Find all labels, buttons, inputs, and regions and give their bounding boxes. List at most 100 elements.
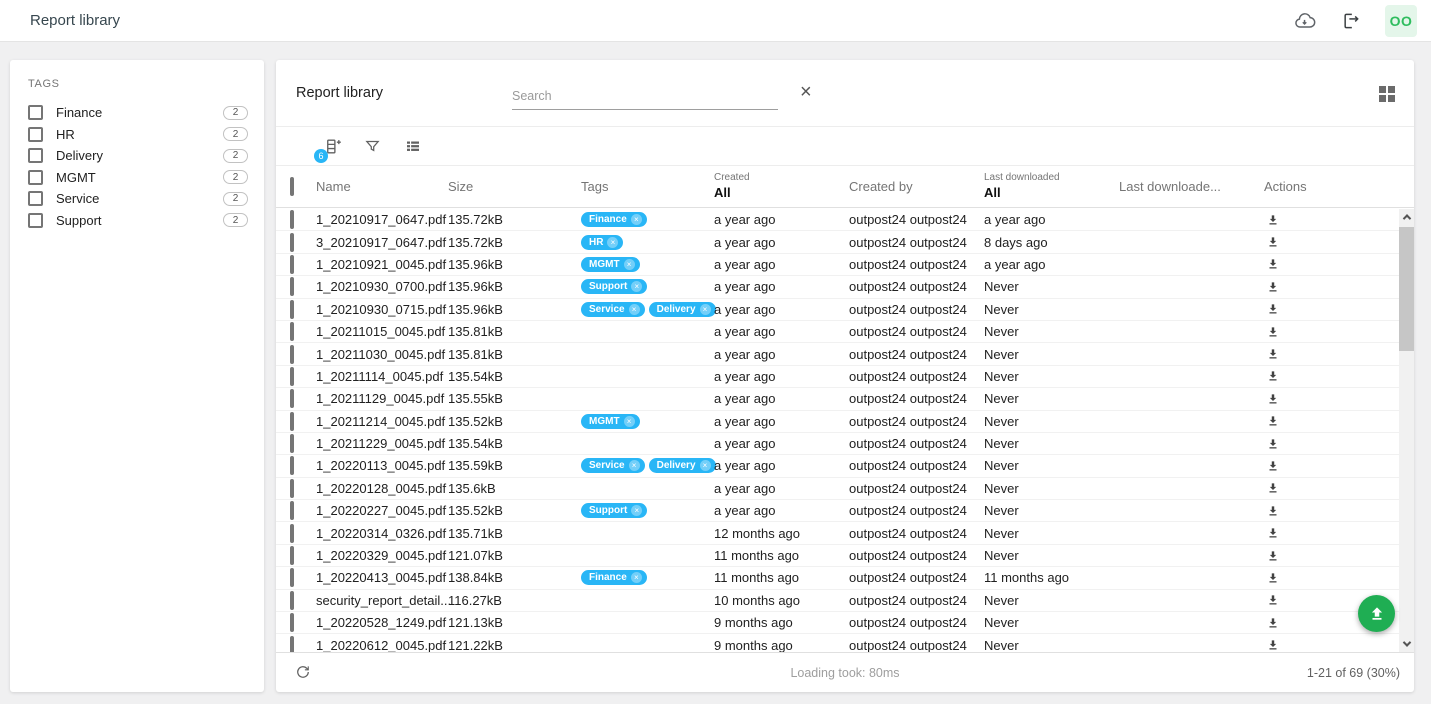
remove-tag-icon[interactable]: × xyxy=(631,281,642,292)
download-icon[interactable] xyxy=(1264,547,1282,565)
remove-tag-icon[interactable]: × xyxy=(629,304,640,315)
view-list-icon[interactable] xyxy=(403,137,422,156)
file-size: 135.54kB xyxy=(448,369,581,384)
row-checkbox[interactable] xyxy=(290,479,294,498)
tag-checkbox[interactable] xyxy=(28,105,43,120)
download-icon[interactable] xyxy=(1264,233,1282,251)
scroll-up-icon[interactable] xyxy=(1399,209,1414,225)
remove-tag-icon[interactable]: × xyxy=(631,572,642,583)
download-icon[interactable] xyxy=(1264,457,1282,475)
tag-label: HR xyxy=(56,127,223,142)
column-header-name[interactable]: Name xyxy=(316,179,448,194)
grid-view-icon[interactable] xyxy=(1379,86,1396,103)
filter-icon[interactable] xyxy=(363,137,382,156)
download-icon[interactable] xyxy=(1264,636,1282,652)
row-checkbox[interactable] xyxy=(290,613,294,632)
tag-filter-item[interactable]: Service 2 xyxy=(28,188,248,210)
avatar[interactable]: OO xyxy=(1385,5,1417,37)
tag-filter-item[interactable]: Support 2 xyxy=(28,210,248,232)
row-checkbox[interactable] xyxy=(290,546,294,565)
tag-filter-item[interactable]: MGMT 2 xyxy=(28,167,248,189)
download-icon[interactable] xyxy=(1264,345,1282,363)
remove-tag-icon[interactable]: × xyxy=(700,304,711,315)
tag-chip: MGMT× xyxy=(581,257,640,272)
row-checkbox[interactable] xyxy=(290,412,294,431)
created-filter[interactable]: All xyxy=(714,185,849,201)
tag-checkbox[interactable] xyxy=(28,191,43,206)
row-checkbox[interactable] xyxy=(290,210,294,229)
download-icon[interactable] xyxy=(1264,569,1282,587)
file-name: 1_20211030_0045.pdf xyxy=(316,347,448,362)
row-checkbox[interactable] xyxy=(290,233,294,252)
file-tags: Finance× xyxy=(581,570,714,585)
upload-button[interactable] xyxy=(1358,595,1395,632)
remove-tag-icon[interactable]: × xyxy=(607,237,618,248)
tag-chip: Support× xyxy=(581,279,647,294)
download-icon[interactable] xyxy=(1264,591,1282,609)
row-checkbox[interactable] xyxy=(290,277,294,296)
search-input[interactable] xyxy=(512,86,778,110)
remove-tag-icon[interactable]: × xyxy=(624,259,635,270)
download-icon[interactable] xyxy=(1264,255,1282,273)
row-checkbox[interactable] xyxy=(290,636,294,652)
download-icon[interactable] xyxy=(1264,300,1282,318)
row-checkbox[interactable] xyxy=(290,568,294,587)
cloud-download-icon[interactable] xyxy=(1293,9,1317,33)
remove-tag-icon[interactable]: × xyxy=(700,460,711,471)
column-header-last-downloaded-by[interactable]: Last downloade... xyxy=(1119,179,1256,194)
row-checkbox[interactable] xyxy=(290,591,294,610)
tag-checkbox[interactable] xyxy=(28,127,43,142)
tag-checkbox[interactable] xyxy=(28,148,43,163)
logout-icon[interactable] xyxy=(1339,9,1363,33)
remove-tag-icon[interactable]: × xyxy=(631,505,642,516)
download-icon[interactable] xyxy=(1264,524,1282,542)
row-checkbox[interactable] xyxy=(290,300,294,319)
download-icon[interactable] xyxy=(1264,412,1282,430)
remove-tag-icon[interactable]: × xyxy=(624,416,635,427)
tag-filter-item[interactable]: Delivery 2 xyxy=(28,145,248,167)
download-icon[interactable] xyxy=(1264,323,1282,341)
download-icon[interactable] xyxy=(1264,367,1282,385)
row-checkbox[interactable] xyxy=(290,456,294,475)
row-checkbox[interactable] xyxy=(290,434,294,453)
tag-checkbox[interactable] xyxy=(28,170,43,185)
download-icon[interactable] xyxy=(1264,435,1282,453)
file-created-by: outpost24 outpost24 xyxy=(849,391,984,406)
tag-label: Support xyxy=(56,213,223,228)
row-checkbox[interactable] xyxy=(290,367,294,386)
row-checkbox[interactable] xyxy=(290,524,294,543)
add-column-icon[interactable]: 6 xyxy=(323,137,342,156)
table-row: 1_20220528_1249.pdf 121.13kB 9 months ag… xyxy=(276,612,1399,634)
column-header-created-by[interactable]: Created by xyxy=(849,179,984,194)
table-row: 1_20220612_0045.pdf 121.22kB 9 months ag… xyxy=(276,634,1399,652)
row-checkbox[interactable] xyxy=(290,322,294,341)
tag-checkbox[interactable] xyxy=(28,213,43,228)
scroll-down-icon[interactable] xyxy=(1399,636,1414,652)
row-checkbox[interactable] xyxy=(290,255,294,274)
close-icon[interactable]: × xyxy=(800,82,812,102)
last-downloaded-filter[interactable]: All xyxy=(984,185,1119,201)
table-row: 1_20210930_0700.pdf 135.96kB Support× a … xyxy=(276,276,1399,298)
column-header-size[interactable]: Size xyxy=(448,179,581,194)
file-tags: Finance× xyxy=(581,212,714,227)
download-icon[interactable] xyxy=(1264,614,1282,632)
row-checkbox[interactable] xyxy=(290,345,294,364)
select-all-checkbox[interactable] xyxy=(290,177,294,196)
file-name: 1_20211229_0045.pdf xyxy=(316,436,448,451)
remove-tag-icon[interactable]: × xyxy=(631,214,642,225)
vertical-scrollbar[interactable] xyxy=(1399,209,1414,652)
tag-filter-item[interactable]: HR 2 xyxy=(28,124,248,146)
scrollbar-thumb[interactable] xyxy=(1399,227,1414,351)
download-icon[interactable] xyxy=(1264,211,1282,229)
download-icon[interactable] xyxy=(1264,278,1282,296)
row-checkbox[interactable] xyxy=(290,501,294,520)
download-icon[interactable] xyxy=(1264,390,1282,408)
download-icon[interactable] xyxy=(1264,479,1282,497)
tag-filter-item[interactable]: Finance 2 xyxy=(28,102,248,124)
row-checkbox[interactable] xyxy=(290,389,294,408)
remove-tag-icon[interactable]: × xyxy=(629,460,640,471)
download-icon[interactable] xyxy=(1264,502,1282,520)
refresh-icon[interactable] xyxy=(294,663,314,683)
column-header-tags[interactable]: Tags xyxy=(581,179,714,194)
table-row: 1_20220113_0045.pdf 135.59kB Service×Del… xyxy=(276,455,1399,477)
